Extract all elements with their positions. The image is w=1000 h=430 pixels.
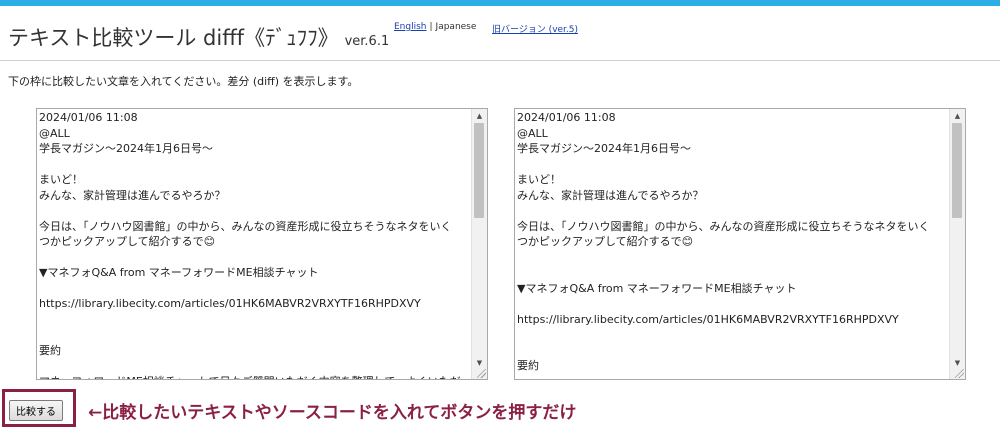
- instructions-text: 下の枠に比較したい文章を入れてください。差分 (diff) を表示します。: [8, 75, 359, 88]
- english-link[interactable]: English: [394, 22, 427, 32]
- compare-button[interactable]: 比較する: [9, 400, 63, 421]
- right-textarea[interactable]: 2024/01/06 11:08 @ALL 学長マガジン～2024年1月6日号～…: [514, 108, 966, 380]
- top-accent-bar: [0, 0, 1000, 6]
- left-scrollbar[interactable]: ▲ ▼: [471, 109, 487, 379]
- scroll-down-icon[interactable]: ▼: [950, 357, 965, 369]
- right-textarea-content[interactable]: 2024/01/06 11:08 @ALL 学長マガジン～2024年1月6日号～…: [515, 109, 950, 379]
- resize-grip-icon[interactable]: [477, 369, 486, 378]
- scroll-up-icon[interactable]: ▲: [472, 110, 487, 122]
- language-separator: |: [429, 22, 433, 32]
- left-textarea-content[interactable]: 2024/01/06 11:08 @ALL 学長マガジン～2024年1月6日号～…: [37, 109, 472, 379]
- right-scrollbar-thumb[interactable]: [952, 123, 962, 218]
- annotation-text: ←比較したいテキストやソースコードを入れてボタンを押すだけ: [88, 403, 577, 423]
- header-divider: [0, 60, 1000, 61]
- page-header: テキスト比較ツール difff《ﾃﾞｭﾌﾌ》 ver.6.1: [8, 22, 389, 52]
- japanese-current-label: Japanese: [435, 22, 477, 32]
- left-scrollbar-thumb[interactable]: [474, 123, 484, 218]
- scroll-up-icon[interactable]: ▲: [950, 110, 965, 122]
- version-label: ver.6.1: [344, 34, 390, 49]
- right-scrollbar[interactable]: ▲ ▼: [949, 109, 965, 379]
- left-textarea[interactable]: 2024/01/06 11:08 @ALL 学長マガジン～2024年1月6日号～…: [36, 108, 488, 380]
- old-version-link[interactable]: 旧バージョン (ver.5): [492, 22, 578, 35]
- scroll-down-icon[interactable]: ▼: [472, 357, 487, 369]
- page-title: テキスト比較ツール difff《ﾃﾞｭﾌﾌ》: [8, 26, 339, 50]
- resize-grip-icon[interactable]: [955, 369, 964, 378]
- language-switcher: English | Japanese: [394, 22, 476, 32]
